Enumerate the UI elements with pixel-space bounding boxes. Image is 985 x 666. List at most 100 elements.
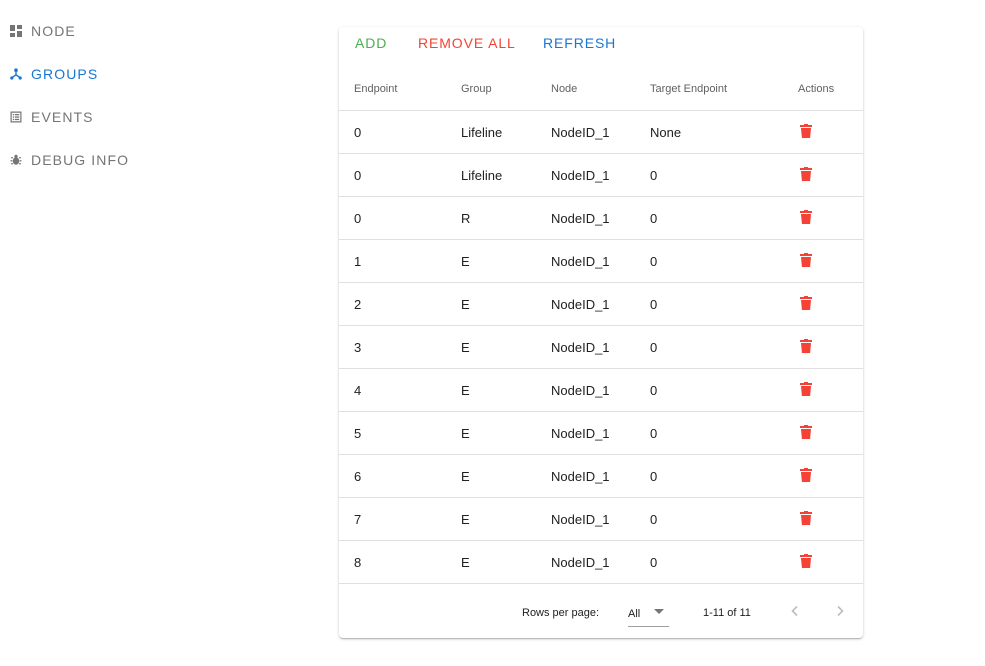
cell-actions [798,368,863,412]
cell-target-endpoint: 0 [650,153,798,197]
cell-node: NodeID_1 [551,368,650,412]
column-header-actions: Actions [798,67,863,111]
delete-icon[interactable] [800,381,812,396]
column-header-endpoint[interactable]: Endpoint [339,67,461,111]
delete-icon[interactable] [800,553,812,568]
dashboard-icon [10,25,22,37]
cell-group: E [461,540,551,584]
nav-item-groups[interactable]: GROUPS [10,59,98,89]
cell-endpoint: 7 [339,497,461,541]
cell-target-endpoint: 0 [650,497,798,541]
cell-endpoint: 1 [339,239,461,283]
nav-item-node[interactable]: NODE [10,16,76,46]
table-row: 4 E NodeID_1 0 [339,368,863,412]
delete-icon[interactable] [800,295,812,310]
cell-group: E [461,325,551,369]
cell-actions [798,239,863,283]
table-row: 1 E NodeID_1 0 [339,239,863,283]
nav-item-events[interactable]: EVENTS [10,102,94,132]
nav-label-debug-info: DEBUG INFO [31,152,130,168]
rows-per-page-label: Rows per page: [522,607,600,619]
cell-group: E [461,282,551,326]
delete-icon[interactable] [800,424,812,439]
cell-group: Lifeline [461,153,551,197]
cell-target-endpoint: 0 [650,540,798,584]
table-row: 0 Lifeline NodeID_1 None [339,110,863,154]
groups-card: ADD REMOVE ALL REFRESH Endpoint Group No… [339,27,863,638]
toolbar: ADD REMOVE ALL REFRESH [339,27,863,61]
rows-per-page-value: All [628,608,641,620]
cell-node: NodeID_1 [551,153,650,197]
table-header-row: Endpoint Group Node Target Endpoint Acti… [339,67,863,111]
table-row: 6 E NodeID_1 0 [339,454,863,498]
refresh-button[interactable]: REFRESH [543,35,616,51]
cell-group: E [461,454,551,498]
list-alt-icon [10,111,22,123]
cell-group: E [461,411,551,455]
pagination-range: 1-11 of 11 [703,607,751,619]
column-header-target-endpoint[interactable]: Target Endpoint [650,67,798,111]
cell-target-endpoint: 0 [650,454,798,498]
cell-group: R [461,196,551,240]
add-button[interactable]: ADD [355,35,387,51]
cell-actions [798,454,863,498]
cell-endpoint: 6 [339,454,461,498]
cell-group: E [461,497,551,541]
table-pagination: Rows per page: All 1-11 of 11 [339,587,863,638]
cell-endpoint: 0 [339,153,461,197]
delete-icon[interactable] [800,252,812,267]
delete-icon[interactable] [800,209,812,224]
cell-actions [798,196,863,240]
nav-label-node: NODE [31,23,76,39]
cell-node: NodeID_1 [551,196,650,240]
cell-node: NodeID_1 [551,454,650,498]
cell-actions [798,153,863,197]
delete-icon[interactable] [800,123,812,138]
cell-node: NodeID_1 [551,540,650,584]
rows-per-page-select[interactable]: All [628,600,669,627]
cell-endpoint: 0 [339,110,461,154]
cell-group: E [461,368,551,412]
cell-actions [798,540,863,584]
cell-endpoint: 5 [339,411,461,455]
delete-icon[interactable] [800,510,812,525]
cell-target-endpoint: 0 [650,282,798,326]
cell-target-endpoint: 0 [650,239,798,283]
cell-actions [798,497,863,541]
nav-item-debug-info[interactable]: DEBUG INFO [10,145,129,175]
cell-node: NodeID_1 [551,282,650,326]
column-header-group[interactable]: Group [461,67,551,111]
cell-node: NodeID_1 [551,239,650,283]
bug-icon [10,154,22,166]
nav-label-groups: GROUPS [31,66,99,82]
table-row: 5 E NodeID_1 0 [339,411,863,455]
table-row: 3 E NodeID_1 0 [339,325,863,369]
cell-node: NodeID_1 [551,497,650,541]
cell-actions [798,411,863,455]
cell-node: NodeID_1 [551,110,650,154]
cell-target-endpoint: 0 [650,325,798,369]
cell-actions [798,110,863,154]
cell-actions [798,282,863,326]
groups-table: Endpoint Group Node Target Endpoint Acti… [339,67,863,584]
cell-node: NodeID_1 [551,411,650,455]
cell-endpoint: 4 [339,368,461,412]
delete-icon[interactable] [800,467,812,482]
table-row: 0 R NodeID_1 0 [339,196,863,240]
remove-all-button[interactable]: REMOVE ALL [418,35,516,51]
device-hub-icon [10,68,22,80]
table-row: 2 E NodeID_1 0 [339,282,863,326]
delete-icon[interactable] [800,338,812,353]
cell-target-endpoint: 0 [650,411,798,455]
nav-label-events: EVENTS [31,109,94,125]
cell-group: Lifeline [461,110,551,154]
cell-target-endpoint: 0 [650,196,798,240]
previous-page-button[interactable] [783,599,807,623]
delete-icon[interactable] [800,166,812,181]
chevron-right-icon [837,605,844,617]
column-header-node[interactable]: Node [551,67,650,111]
cell-endpoint: 2 [339,282,461,326]
next-page-button[interactable] [828,599,852,623]
cell-endpoint: 8 [339,540,461,584]
table-row: 7 E NodeID_1 0 [339,497,863,541]
